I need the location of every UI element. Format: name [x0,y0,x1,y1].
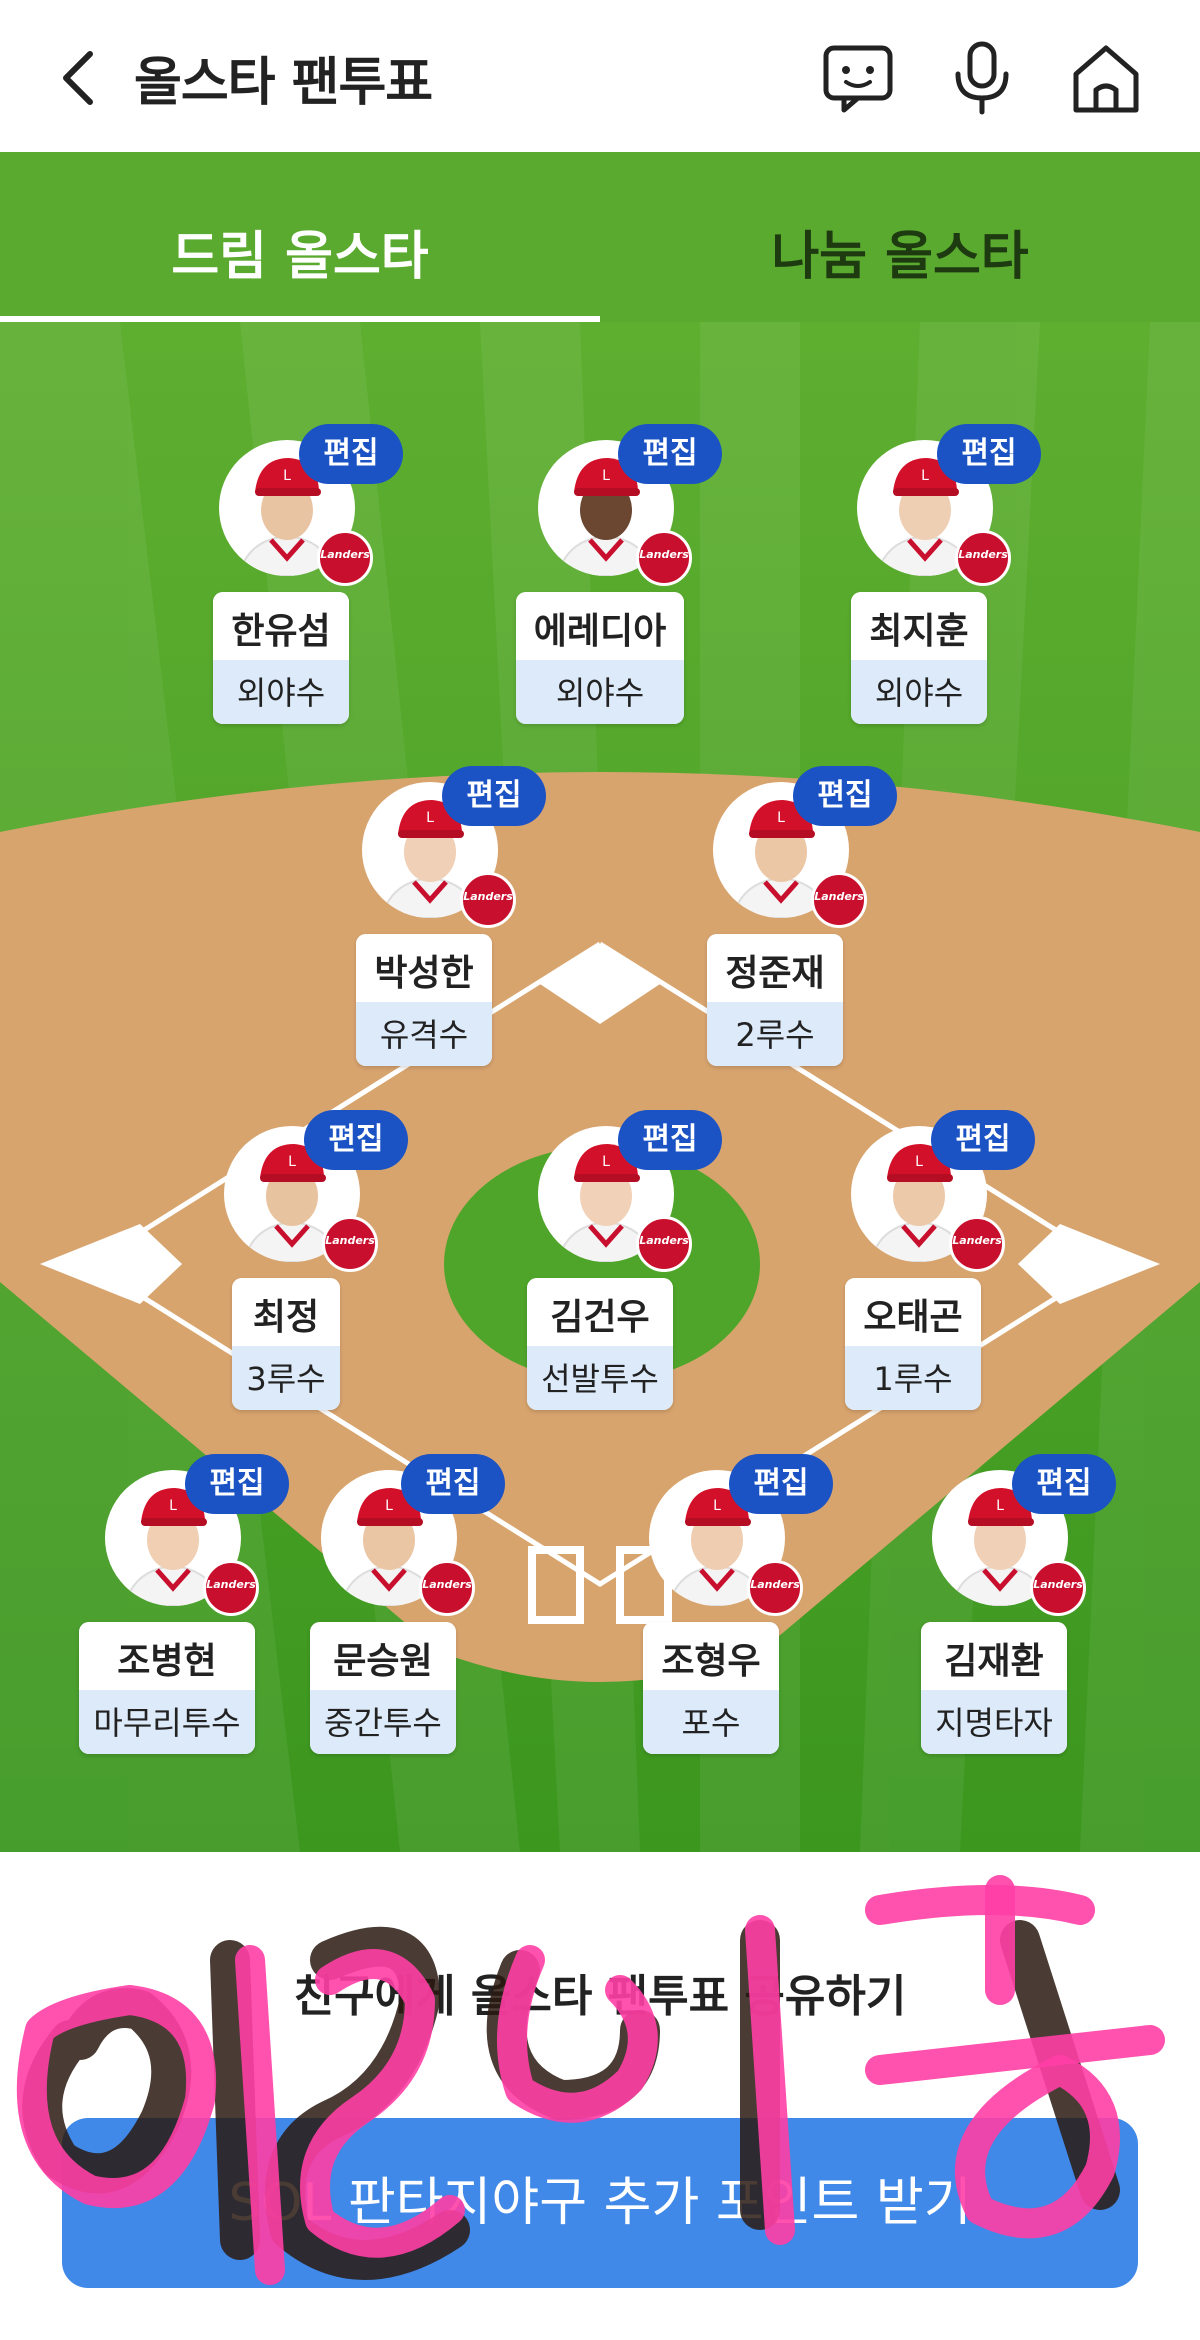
edit-player-button[interactable]: 편집 [729,1454,833,1514]
edit-player-button[interactable]: 편집 [442,766,546,826]
page-title: 올스타 팬투표 [134,53,433,113]
edit-player-button[interactable]: 편집 [793,766,897,826]
player-slot[interactable]: L Landers 편집김건우 선발투수 [500,1110,722,1416]
svg-text:L: L [602,468,610,484]
player-info-card: 에레디아 외야수 [500,592,700,728]
edit-player-button[interactable]: 편집 [931,1110,1035,1170]
svg-text:L: L [602,1154,610,1170]
player-info-card: 문승원 중간투수 [283,1622,483,1758]
player-name: 박성한 [356,934,492,1002]
player-info-card: 조형우 포수 [611,1622,811,1758]
svg-text:L: L [777,810,785,826]
player-slot[interactable]: L Landers 편집조형우 포수 [611,1454,833,1760]
player-slot[interactable]: L Landers 편집최정 3루수 [186,1110,408,1416]
tab-nanum-allstar[interactable]: 나눔 올스타 [600,214,1200,289]
player-position: 3루수 [232,1346,340,1410]
team-logo-icon: Landers [322,1216,378,1272]
team-logo-icon: Landers [317,530,373,586]
player-position: 중간투수 [310,1690,456,1754]
player-name: 김건우 [527,1278,673,1346]
player-slot[interactable]: L Landers 편집조병현 마무리투수 [67,1454,289,1760]
svg-text:L: L [915,1154,923,1170]
edit-player-button[interactable]: 편집 [1012,1454,1116,1514]
team-logo-icon: Landers [747,1560,803,1616]
player-slot[interactable]: L Landers 편집박성한 유격수 [324,766,546,1072]
player-name: 정준재 [707,934,843,1002]
team-logo-icon: Landers [955,530,1011,586]
team-logo-icon: Landers [203,1560,259,1616]
edit-player-button[interactable]: 편집 [185,1454,289,1514]
player-slot[interactable]: L Landers 편집오태곤 1루수 [813,1110,1035,1416]
team-tabs: 드림 올스타 나눔 올스타 [0,152,1200,322]
team-logo-icon: Landers [1030,1560,1086,1616]
edit-player-button[interactable]: 편집 [618,1110,722,1170]
svg-text:L: L [921,468,929,484]
edit-player-button[interactable]: 편집 [299,424,403,484]
player-position: 선발투수 [527,1346,673,1410]
get-bonus-points-button[interactable]: SOL 판타지야구 추가 포인트 받기 [62,2118,1138,2288]
home-icon[interactable] [1066,38,1146,118]
edit-player-button[interactable]: 편집 [937,424,1041,484]
team-logo-icon: Landers [636,530,692,586]
player-name: 에레디아 [515,592,685,660]
top-app-bar: 올스타 팬투표 [0,0,1200,152]
player-slot[interactable]: L Landers 편집김재환 지명타자 [894,1454,1116,1760]
player-name: 문승원 [310,1622,456,1690]
player-name: 조형우 [643,1622,779,1690]
player-name: 김재환 [921,1622,1067,1690]
player-name: 최정 [232,1278,340,1346]
player-name: 오태곤 [845,1278,981,1346]
back-chevron-icon[interactable] [40,38,120,118]
svg-text:L: L [713,1498,721,1514]
active-tab-indicator [0,316,600,322]
team-logo-icon: Landers [460,872,516,928]
edit-player-button[interactable]: 편집 [618,424,722,484]
player-position: 마무리투수 [79,1690,255,1754]
player-position: 외야수 [851,660,987,724]
chat-icon[interactable] [818,38,898,118]
player-name: 조병현 [79,1622,255,1690]
edit-player-button[interactable]: 편집 [304,1110,408,1170]
player-info-card: 최정 3루수 [186,1278,386,1414]
player-info-card: 조병현 마무리투수 [67,1622,267,1758]
player-position: 외야수 [515,660,685,724]
player-position: 유격수 [356,1002,492,1066]
microphone-icon[interactable] [942,38,1022,118]
player-slot[interactable]: L Landers 편집한유섬 외야수 [181,424,403,730]
team-logo-icon: Landers [949,1216,1005,1272]
edit-player-button[interactable]: 편집 [401,1454,505,1514]
player-slot[interactable]: L Landers 편집에레디아 외야수 [500,424,722,730]
player-position: 1루수 [845,1346,981,1410]
svg-text:L: L [426,810,434,826]
player-info-card: 최지훈 외야수 [819,592,1019,728]
player-info-card: 김건우 선발투수 [500,1278,700,1414]
svg-text:L: L [283,468,291,484]
player-name: 한유섬 [213,592,349,660]
team-logo-icon: Landers [419,1560,475,1616]
svg-text:L: L [385,1498,393,1514]
player-position: 포수 [643,1690,779,1754]
player-info-card: 정준재 2루수 [675,934,875,1070]
player-position: 지명타자 [921,1690,1067,1754]
player-position: 외야수 [213,660,349,724]
player-info-card: 한유섬 외야수 [181,592,381,728]
player-slot[interactable]: L Landers 편집최지훈 외야수 [819,424,1041,730]
svg-text:L: L [169,1498,177,1514]
player-info-card: 김재환 지명타자 [894,1622,1094,1758]
player-slot[interactable]: L Landers 편집정준재 2루수 [675,766,897,1072]
footer-links-cropped [0,2318,1200,2340]
share-with-friends-link[interactable]: 친구에게 올스타 팬투표 공유하기 [0,1960,1200,2024]
team-logo-icon: Landers [636,1216,692,1272]
svg-text:L: L [996,1498,1004,1514]
team-logo-icon: Landers [811,872,867,928]
player-name: 최지훈 [851,592,987,660]
tab-dream-allstar[interactable]: 드림 올스타 [0,214,600,289]
svg-text:L: L [288,1154,296,1170]
player-slot[interactable]: L Landers 편집문승원 중간투수 [283,1454,505,1760]
player-position: 2루수 [707,1002,843,1066]
player-info-card: 박성한 유격수 [324,934,524,1070]
player-info-card: 오태곤 1루수 [813,1278,1013,1414]
